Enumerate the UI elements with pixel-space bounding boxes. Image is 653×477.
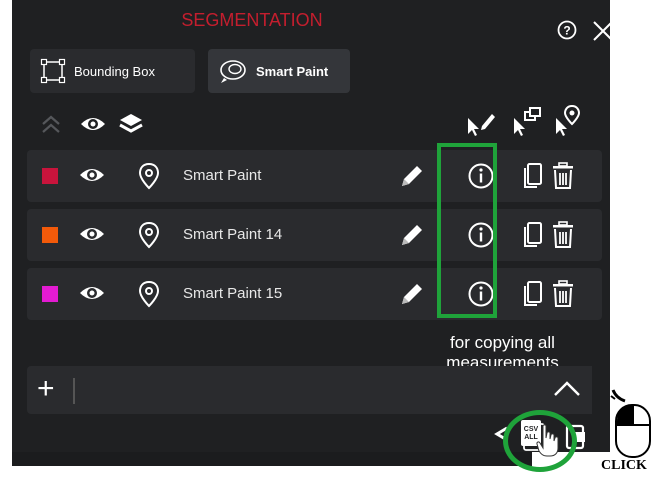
layers-icon[interactable] — [118, 111, 144, 137]
bounding-box-button[interactable]: Bounding Box — [30, 49, 195, 93]
smart-paint-label: Smart Paint — [256, 63, 329, 79]
collapse-all-icon[interactable] — [38, 112, 64, 138]
visibility-eye-icon[interactable] — [79, 165, 105, 185]
visibility-eye-icon[interactable] — [79, 224, 105, 244]
segment-name: Smart Paint 14 — [183, 226, 283, 243]
bounding-box-icon — [40, 58, 66, 84]
chevron-up-icon — [554, 381, 580, 396]
panel-title: SEGMENTATION — [181, 10, 323, 30]
annotation-note-line1: for copying all — [450, 333, 555, 352]
smart-paint-button[interactable]: Smart Paint — [208, 49, 350, 93]
add-segment-bar[interactable]: + — [27, 366, 542, 414]
copy-icon[interactable] — [522, 280, 544, 308]
select-point-icon[interactable] — [552, 104, 582, 136]
bounding-box-label: Bounding Box — [74, 63, 155, 79]
visibility-eye-icon[interactable] — [79, 283, 105, 303]
segment-color-swatch[interactable] — [42, 227, 58, 243]
copy-icon[interactable] — [522, 221, 544, 249]
select-region-icon[interactable] — [510, 106, 544, 136]
mouse-click-icon — [610, 389, 651, 458]
trash-icon[interactable] — [551, 162, 575, 190]
edit-all-icon[interactable] — [464, 110, 498, 138]
copy-icon[interactable] — [522, 162, 544, 190]
segment-color-swatch[interactable] — [42, 168, 58, 184]
location-pin-icon[interactable] — [137, 280, 161, 308]
plus-icon[interactable]: + — [37, 374, 55, 404]
svg-text:?: ? — [563, 24, 570, 38]
collapse-button[interactable] — [542, 366, 592, 414]
segment-color-swatch[interactable] — [42, 286, 58, 302]
segment-name: Smart Paint — [183, 167, 262, 184]
segment-name: Smart Paint 15 — [183, 285, 283, 302]
trash-icon[interactable] — [551, 221, 575, 249]
trash-icon[interactable] — [551, 280, 575, 308]
text-cursor — [73, 378, 75, 404]
location-pin-icon[interactable] — [137, 221, 161, 249]
close-icon[interactable] — [588, 16, 618, 46]
segment-row[interactable]: Smart Paint 14 — [27, 209, 602, 261]
eye-all-icon[interactable] — [80, 114, 106, 134]
click-label: CLICK — [601, 458, 647, 473]
location-pin-icon[interactable] — [137, 162, 161, 190]
edit-pencil-icon[interactable] — [399, 222, 425, 248]
csv-export-highlight-circle — [503, 410, 577, 472]
segment-row[interactable]: Smart Paint 15 — [27, 268, 602, 320]
edit-pencil-icon[interactable] — [399, 281, 425, 307]
info-icons-highlight — [437, 143, 497, 318]
help-icon[interactable]: ? — [557, 20, 577, 40]
edit-pencil-icon[interactable] — [399, 163, 425, 189]
segment-row[interactable]: Smart Paint — [27, 150, 602, 202]
bottom-strip-dark — [12, 452, 532, 466]
smart-paint-icon — [220, 60, 246, 83]
